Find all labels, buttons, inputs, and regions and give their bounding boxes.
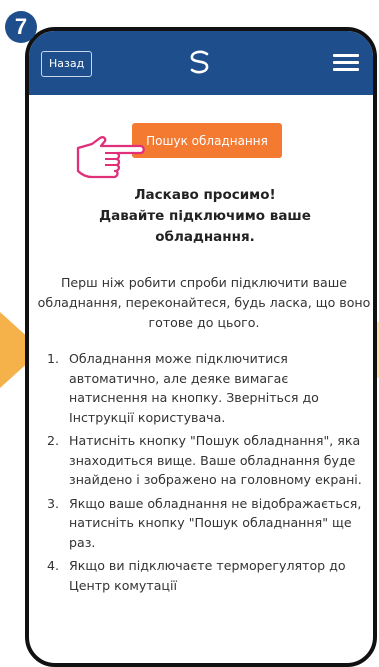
list-item: 1. Обладнання може підключитися автомати… (47, 351, 319, 425)
app-header: Назад (29, 31, 373, 95)
intro-paragraph: Перш ніж робити спроби підключити ваше о… (37, 275, 371, 330)
step-number-badge: 7 (5, 11, 37, 43)
welcome-heading: Ласкаво просимо! Давайте підключимо ваше… (99, 187, 311, 245)
list-item: 3. Якщо ваше обладнання не відображаєтьс… (47, 495, 362, 550)
hamburger-menu-icon[interactable] (333, 54, 359, 72)
phone-frame: Назад Пошук обладнання Ласкаво просимо! … (25, 27, 377, 667)
list-item: 2. Натисніть кнопку "Пошук обладнання", … (47, 433, 362, 487)
pointing-hand-icon (76, 136, 145, 179)
salus-logo-icon (190, 50, 209, 74)
instructions-list: 1. Обладнання може підключитися автомати… (47, 349, 369, 599)
back-button[interactable]: Назад (41, 51, 93, 77)
search-devices-button[interactable]: Пошук обладнання (132, 123, 282, 158)
list-item: 4. Якщо ви підключаєте терморегулятор до… (47, 558, 346, 593)
